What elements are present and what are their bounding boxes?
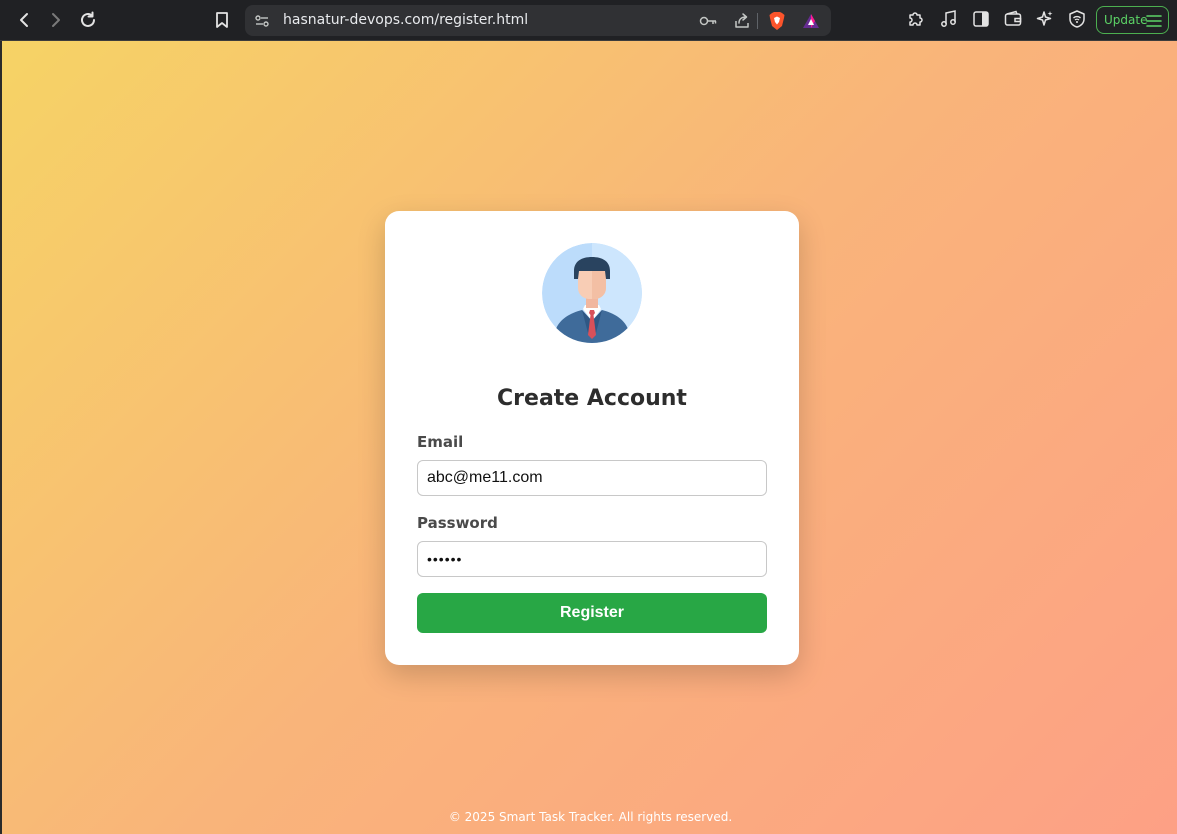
address-bar[interactable]: hasnatur-devops.com/register.html [245,5,831,36]
update-button[interactable]: Update [1096,6,1169,34]
email-field[interactable] [417,460,767,496]
bookmark-button[interactable] [208,6,236,34]
back-button[interactable] [10,6,38,34]
back-icon [20,13,28,27]
password-field[interactable] [417,541,767,577]
leo-ai-icon[interactable] [1034,8,1056,30]
user-avatar-icon [542,243,642,343]
extensions-icon[interactable] [905,8,927,30]
key-icon[interactable] [699,12,717,30]
register-card: Create Account Email Password Register [385,211,799,665]
brave-rewards-icon[interactable] [802,12,820,30]
password-label: Password [417,514,498,532]
forward-button[interactable] [42,6,70,34]
brave-shields-icon[interactable] [768,12,786,30]
share-icon[interactable] [733,12,751,30]
media-icon[interactable] [938,8,960,30]
sidebar-icon[interactable] [970,8,992,30]
browser-toolbar: hasnatur-devops.com/register.html Update [0,0,1177,41]
register-button[interactable]: Register [417,593,767,633]
page-background: Create Account Email Password Register ©… [0,41,1177,834]
site-settings-icon[interactable] [253,12,271,30]
reload-button[interactable] [74,6,102,34]
email-label: Email [417,433,464,451]
menu-icon [1146,15,1162,27]
reload-icon [81,11,95,27]
bookmark-icon [216,12,228,28]
page-title: Create Account [497,386,687,411]
forward-icon [52,13,60,27]
url-divider [757,13,758,29]
wallet-icon[interactable] [1002,8,1024,30]
update-label: Update [1104,13,1148,27]
footer-text: © 2025 Smart Task Tracker. All rights re… [448,810,733,824]
url-text[interactable]: hasnatur-devops.com/register.html [283,12,528,28]
vpn-icon[interactable] [1066,8,1088,30]
